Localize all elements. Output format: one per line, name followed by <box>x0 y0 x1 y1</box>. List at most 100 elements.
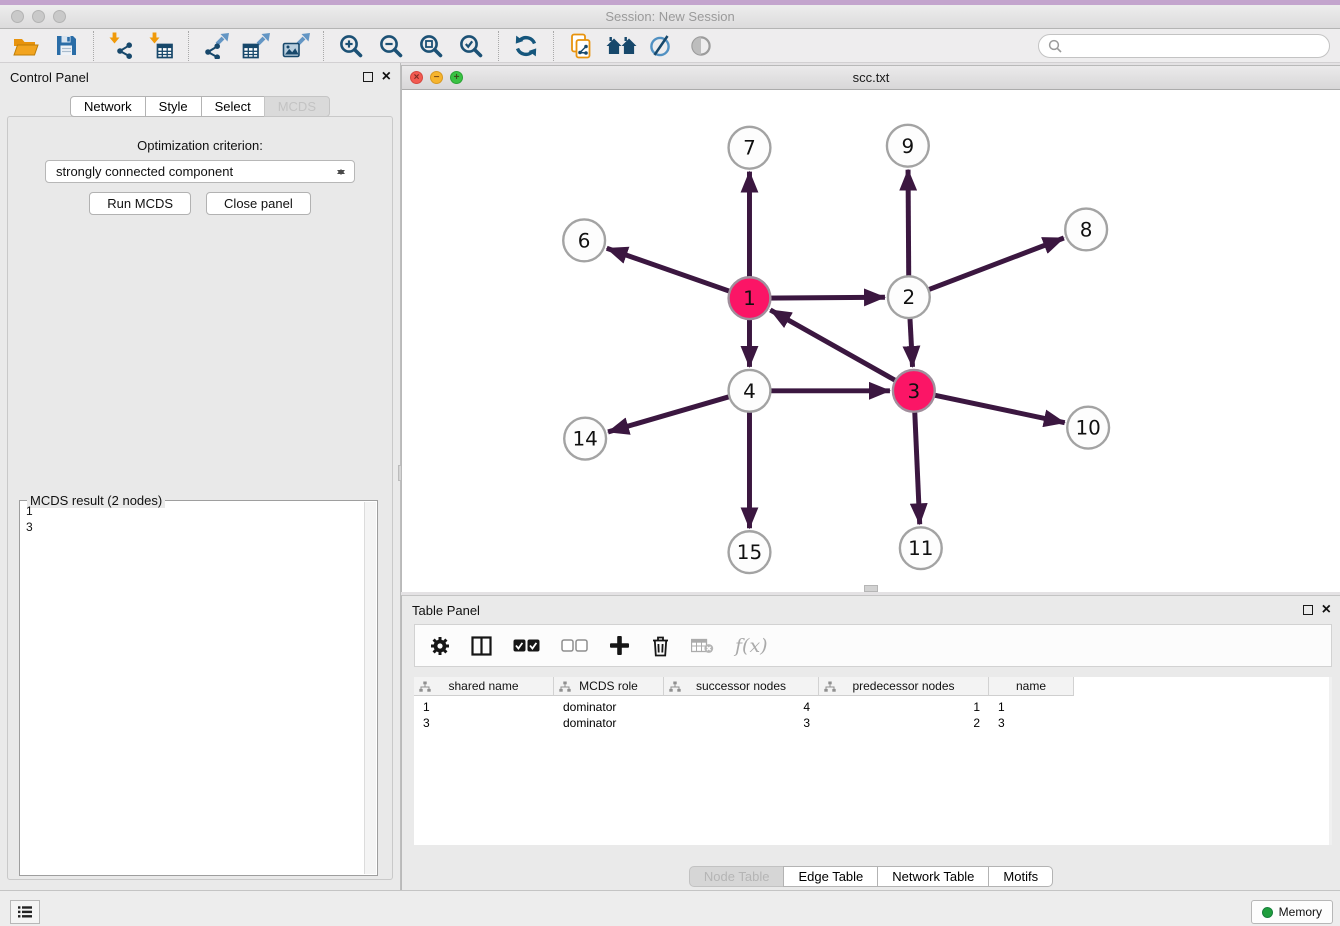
network-canvas[interactable]: 7968124314101511 <box>402 91 1340 592</box>
table-panel: Table Panel × <box>401 595 1340 890</box>
network-window-titlebar: × − + scc.txt <box>402 66 1340 90</box>
select-all-button[interactable] <box>513 639 540 652</box>
window-controls[interactable] <box>11 10 66 23</box>
save-session-button[interactable] <box>46 30 86 62</box>
main-area: Control Panel × NetworkStyleSelectMCDS O… <box>0 63 1340 890</box>
tab-motifs[interactable]: Motifs <box>988 866 1053 887</box>
network-window-controls[interactable]: × − + <box>410 71 463 84</box>
export-image-button[interactable] <box>276 30 316 62</box>
close-panel-button[interactable]: Close panel <box>206 192 311 215</box>
zoom-in-button[interactable] <box>331 30 371 62</box>
tab-node-table[interactable]: Node Table <box>689 866 785 887</box>
export-network-button[interactable] <box>196 30 236 62</box>
window-title: Session: New Session <box>0 5 1340 28</box>
search-box[interactable] <box>1038 34 1330 58</box>
search-input[interactable] <box>1067 39 1320 54</box>
main-toolbar <box>0 29 1340 63</box>
table-scrollbar[interactable] <box>1329 677 1332 845</box>
float-table-panel-icon[interactable] <box>1303 605 1313 615</box>
tab-network[interactable]: Network <box>70 96 146 117</box>
import-network-icon <box>108 32 134 59</box>
zoom-out-button[interactable] <box>371 30 411 62</box>
table-cell: 3 <box>989 715 1074 731</box>
visual-style-button[interactable] <box>641 30 681 62</box>
close-network-icon[interactable]: × <box>410 71 423 84</box>
column-header-name[interactable]: name <box>989 677 1074 696</box>
criterion-select[interactable]: strongly connected component <box>45 160 355 183</box>
home-button[interactable] <box>601 30 641 62</box>
tab-select[interactable]: Select <box>201 96 265 117</box>
memory-button[interactable]: Memory <box>1251 900 1333 924</box>
edge-3-10[interactable] <box>914 391 1065 423</box>
edge-3-1[interactable] <box>770 310 914 391</box>
function-builder-button[interactable]: f(x) <box>735 635 768 657</box>
table-cell: dominator <box>554 699 664 715</box>
column-header-shared-name[interactable]: shared name <box>414 677 554 696</box>
table-cell: 1 <box>414 699 554 715</box>
refresh-layout-button[interactable] <box>506 30 546 62</box>
open-folder-icon <box>13 35 39 57</box>
control-panel: Control Panel × NetworkStyleSelectMCDS O… <box>0 63 401 890</box>
table-cell: 3 <box>414 715 554 731</box>
mcds-panel: Optimization criterion: strongly connect… <box>7 116 393 880</box>
export-network-icon <box>203 32 230 59</box>
tab-edge-table[interactable]: Edge Table <box>783 866 878 887</box>
close-window-icon[interactable] <box>11 10 24 23</box>
run-mcds-button[interactable]: Run MCDS <box>89 192 191 215</box>
memory-status-icon <box>1262 907 1273 918</box>
table-cell: dominator <box>554 715 664 731</box>
result-scrollbar[interactable] <box>364 502 376 874</box>
column-layout-button[interactable] <box>471 636 492 656</box>
open-session-button[interactable] <box>6 30 46 62</box>
float-panel-icon[interactable] <box>363 72 373 82</box>
main-titlebar: Session: New Session <box>0 5 1340 29</box>
delete-table-button[interactable] <box>691 637 714 654</box>
tab-network-table[interactable]: Network Table <box>877 866 989 887</box>
node-label-10: 10 <box>1075 417 1100 440</box>
minimize-network-icon[interactable]: − <box>430 71 443 84</box>
table-row[interactable]: 1dominator411 <box>414 699 1332 715</box>
deselect-all-button[interactable] <box>561 639 588 652</box>
control-panel-tabs: NetworkStyleSelectMCDS <box>0 96 400 117</box>
delete-row-button[interactable] <box>651 635 670 657</box>
edge-2-8[interactable] <box>909 238 1064 297</box>
duplicate-network-button[interactable] <box>561 30 601 62</box>
edge-1-6[interactable] <box>607 248 750 298</box>
add-row-button[interactable] <box>609 635 630 656</box>
task-history-button[interactable] <box>10 900 40 924</box>
delete-table-icon <box>691 637 714 654</box>
zoom-network-icon[interactable]: + <box>450 71 463 84</box>
zoom-window-icon[interactable] <box>53 10 66 23</box>
zoom-selected-button[interactable] <box>451 30 491 62</box>
import-table-button[interactable] <box>141 30 181 62</box>
column-header-predecessor-nodes[interactable]: predecessor nodes <box>819 677 989 696</box>
canvas-splitter-grip[interactable] <box>864 585 878 592</box>
node-label-2: 2 <box>903 286 916 309</box>
minimize-window-icon[interactable] <box>32 10 45 23</box>
table-settings-button[interactable] <box>430 636 450 656</box>
column-header-mcds-role[interactable]: MCDS role <box>554 677 664 696</box>
tab-mcds[interactable]: MCDS <box>264 96 330 117</box>
import-network-button[interactable] <box>101 30 141 62</box>
network-window: × − + scc.txt 7968124314101511 <box>401 65 1340 592</box>
table-header-row: shared nameMCDS rolesuccessor nodesprede… <box>414 677 1332 696</box>
node-label-15: 15 <box>737 541 762 564</box>
select-all-check-icon <box>513 639 540 652</box>
column-header-successor-nodes[interactable]: successor nodes <box>664 677 819 696</box>
toolbar-separator <box>498 31 499 61</box>
show-hide-button[interactable] <box>681 30 721 62</box>
tab-style[interactable]: Style <box>145 96 202 117</box>
network-graph[interactable]: 7968124314101511 <box>402 91 1340 592</box>
save-floppy-icon <box>55 34 78 57</box>
export-table-button[interactable] <box>236 30 276 62</box>
node-label-8: 8 <box>1080 218 1093 241</box>
node-label-9: 9 <box>902 135 915 158</box>
control-panel-title: Control Panel <box>10 70 89 85</box>
zoom-fit-button[interactable] <box>411 30 451 62</box>
attribute-tree-icon <box>419 681 431 695</box>
node-label-4: 4 <box>743 380 756 403</box>
close-panel-icon[interactable]: × <box>382 71 391 82</box>
table-row[interactable]: 3dominator323 <box>414 715 1332 731</box>
close-table-panel-icon[interactable]: × <box>1322 604 1331 615</box>
node-label-3: 3 <box>907 380 920 403</box>
